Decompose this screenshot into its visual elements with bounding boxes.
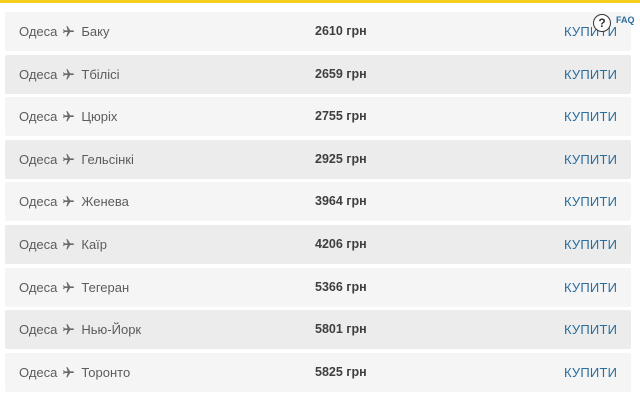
buy-button[interactable]: КУПИТИ xyxy=(564,268,617,307)
destination-city: Баку xyxy=(81,24,110,39)
price: 3964 грн xyxy=(315,194,367,209)
origin-city: Одеса xyxy=(19,66,58,82)
destination-city: Цюріх xyxy=(81,109,118,125)
destination-city: Женева xyxy=(81,194,129,210)
route: Одеса Гельсінкі xyxy=(19,140,134,179)
plane-icon xyxy=(62,195,75,208)
flight-row: Одеса Тбілісі 2659 грн КУПИТИ xyxy=(5,54,631,94)
origin-city: Одеса xyxy=(19,364,58,380)
flight-row: Одеса Тегеран 5366 грн КУПИТИ xyxy=(5,267,631,307)
buy-button[interactable]: КУПИТИ xyxy=(564,182,617,221)
buy-button[interactable]: КУПИТИ xyxy=(564,97,617,136)
price: 2755 грн xyxy=(315,109,367,124)
origin-city: Одеса xyxy=(19,236,58,252)
buy-button[interactable]: КУПИТИ xyxy=(564,353,617,392)
plane-icon xyxy=(62,323,75,336)
origin-city: Одеса xyxy=(19,322,58,338)
destination-city: Каїр xyxy=(81,236,108,252)
flight-row: Одеса Торонто 5825 грн КУПИТИ xyxy=(5,352,631,392)
flight-row: Одеса Женева 3964 грн КУПИТИ xyxy=(5,182,631,222)
origin-city: Одеса xyxy=(19,279,58,295)
plane-icon xyxy=(62,68,75,81)
route: Одеса Каїр xyxy=(19,225,107,264)
destination-city: Гельсінкі xyxy=(81,151,134,167)
question-circle-icon[interactable]: ? xyxy=(593,14,611,32)
origin-city: Одеса xyxy=(19,194,58,210)
plane-icon xyxy=(62,110,75,123)
accent-top-bar xyxy=(0,0,640,3)
plane-icon xyxy=(62,238,75,251)
price: 2610 грн xyxy=(315,24,367,38)
plane-icon xyxy=(62,366,75,379)
route: Одеса Цюріх xyxy=(19,97,117,136)
flight-row: Одеса Нью-Йорк 5801 грн КУПИТИ xyxy=(5,310,631,350)
route: Одеса Баку xyxy=(19,12,109,51)
price: 5801 грн xyxy=(315,322,367,337)
route: Одеса Тегеран xyxy=(19,268,129,307)
route: Одеса Тбілісі xyxy=(19,55,120,94)
flight-row: Одеса Каїр 4206 грн КУПИТИ xyxy=(5,224,631,264)
route: Одеса Женева xyxy=(19,182,129,221)
buy-button[interactable]: КУПИТИ xyxy=(564,55,617,94)
price: 2925 грн xyxy=(315,151,367,166)
buy-button[interactable]: КУПИТИ xyxy=(564,140,617,179)
price: 5825 грн xyxy=(315,364,367,379)
plane-icon xyxy=(62,153,75,166)
price: 5366 грн xyxy=(315,279,367,294)
plane-icon xyxy=(62,25,75,38)
destination-city: Тегеран xyxy=(81,279,130,295)
flight-row: Одеса Цюріх 2755 грн КУПИТИ xyxy=(5,97,631,137)
faq-link[interactable]: FAQ xyxy=(616,15,635,25)
flight-row: Одеса Баку 2610 грн КУПИТИ xyxy=(5,12,631,51)
destination-city: Нью-Йорк xyxy=(81,322,142,338)
origin-city: Одеса xyxy=(19,109,58,125)
route: Одеса Нью-Йорк xyxy=(19,310,141,349)
origin-city: Одеса xyxy=(19,151,58,167)
price: 4206 грн xyxy=(315,236,367,251)
route: Одеса Торонто xyxy=(19,353,130,392)
destination-city: Торонто xyxy=(81,364,131,380)
flight-list: Одеса Баку 2610 грн КУПИТИ Одеса Тбілісі… xyxy=(5,12,631,395)
buy-button[interactable]: КУПИТИ xyxy=(564,310,617,349)
buy-button[interactable]: КУПИТИ xyxy=(564,225,617,264)
origin-city: Одеса xyxy=(19,24,58,39)
destination-city: Тбілісі xyxy=(81,66,120,82)
price: 2659 грн xyxy=(315,66,367,81)
plane-icon xyxy=(62,281,75,294)
flight-row: Одеса Гельсінкі 2925 грн КУПИТИ xyxy=(5,139,631,179)
faq-widget[interactable]: ? FAQ xyxy=(593,14,635,34)
